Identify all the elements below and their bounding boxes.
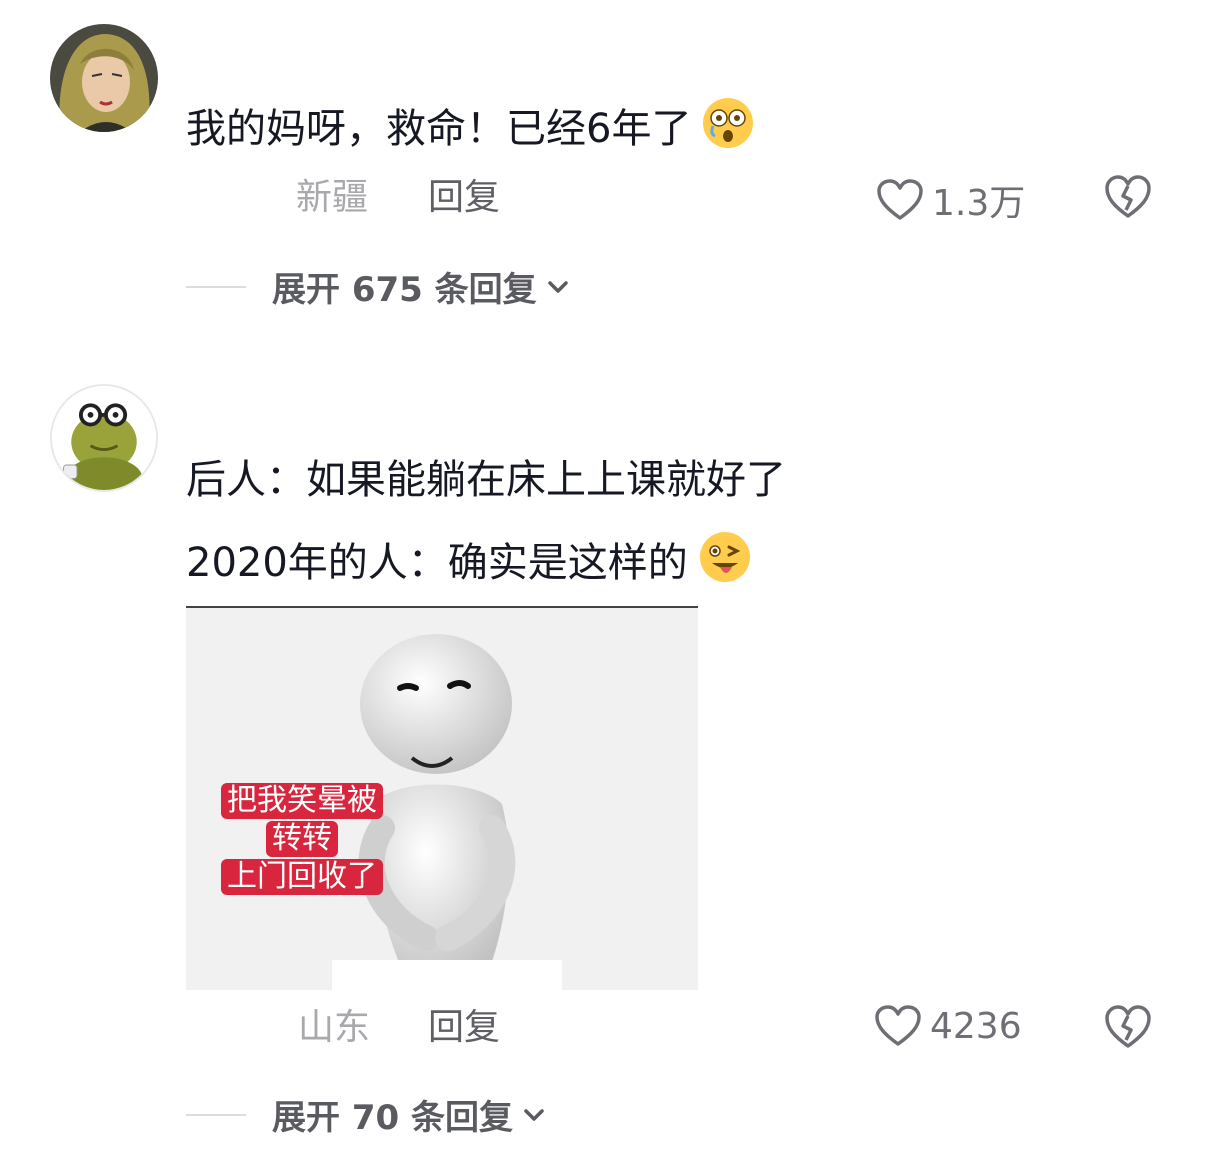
avatar-image-blonde-woman: [50, 24, 158, 132]
divider-line: [186, 285, 246, 288]
like-button[interactable]: 4236: [874, 1004, 1022, 1048]
broken-heart-icon: [1105, 1005, 1151, 1048]
avatar[interactable]: [50, 384, 158, 492]
like-button[interactable]: 1.3万: [876, 174, 1025, 226]
dislike-button[interactable]: [1104, 174, 1152, 220]
reply-button[interactable]: 回复: [428, 180, 500, 216]
caption-line: 转转: [266, 821, 338, 857]
chevron-down-icon: [547, 280, 568, 293]
heart-icon: [875, 1005, 921, 1046]
chevron-down-icon: [524, 1108, 544, 1121]
comment-body: 我的妈呀，救命！已经6年了: [186, 106, 692, 152]
expand-replies-label: 展开 675 条回复: [272, 270, 537, 310]
comment-location: 新疆: [296, 177, 369, 218]
reply-button[interactable]: 回复: [428, 1010, 500, 1046]
winking-tongue-face-emoji: [698, 530, 752, 584]
like-count: 1.3万: [932, 183, 1026, 224]
crying-dizzy-face-emoji: [701, 96, 755, 150]
comment-text: 我的妈呀，救命！已经6年了: [186, 96, 755, 153]
heart-icon: [877, 179, 923, 220]
expand-replies-button[interactable]: 展开 70 条回复: [186, 1090, 545, 1139]
comment-text-line: 2020年的人：确实是这样的: [186, 530, 752, 587]
avatar-image-shrek-with-glasses: [52, 386, 156, 490]
dislike-button[interactable]: [1104, 1004, 1152, 1050]
image-caption: 把我笑晕被 转转 上门回收了: [202, 782, 402, 896]
like-count: 4236: [930, 1005, 1022, 1047]
caption-line: 把我笑晕被: [221, 783, 383, 819]
comment-image[interactable]: 把我笑晕被 转转 上门回收了: [186, 606, 698, 990]
divider-line: [186, 1113, 246, 1116]
expand-replies-button[interactable]: 展开 675 条回复: [186, 262, 569, 311]
comment-text-line: 后人：如果能躺在床上上课就好了: [186, 457, 786, 503]
avatar[interactable]: [50, 24, 158, 132]
comment-body: 2020年的人：确实是这样的: [186, 540, 688, 586]
expand-replies-label: 展开 70 条回复: [272, 1098, 513, 1138]
caption-line: 上门回收了: [221, 859, 383, 895]
broken-heart-icon: [1105, 175, 1151, 218]
comment-location: 山东: [298, 1007, 371, 1048]
